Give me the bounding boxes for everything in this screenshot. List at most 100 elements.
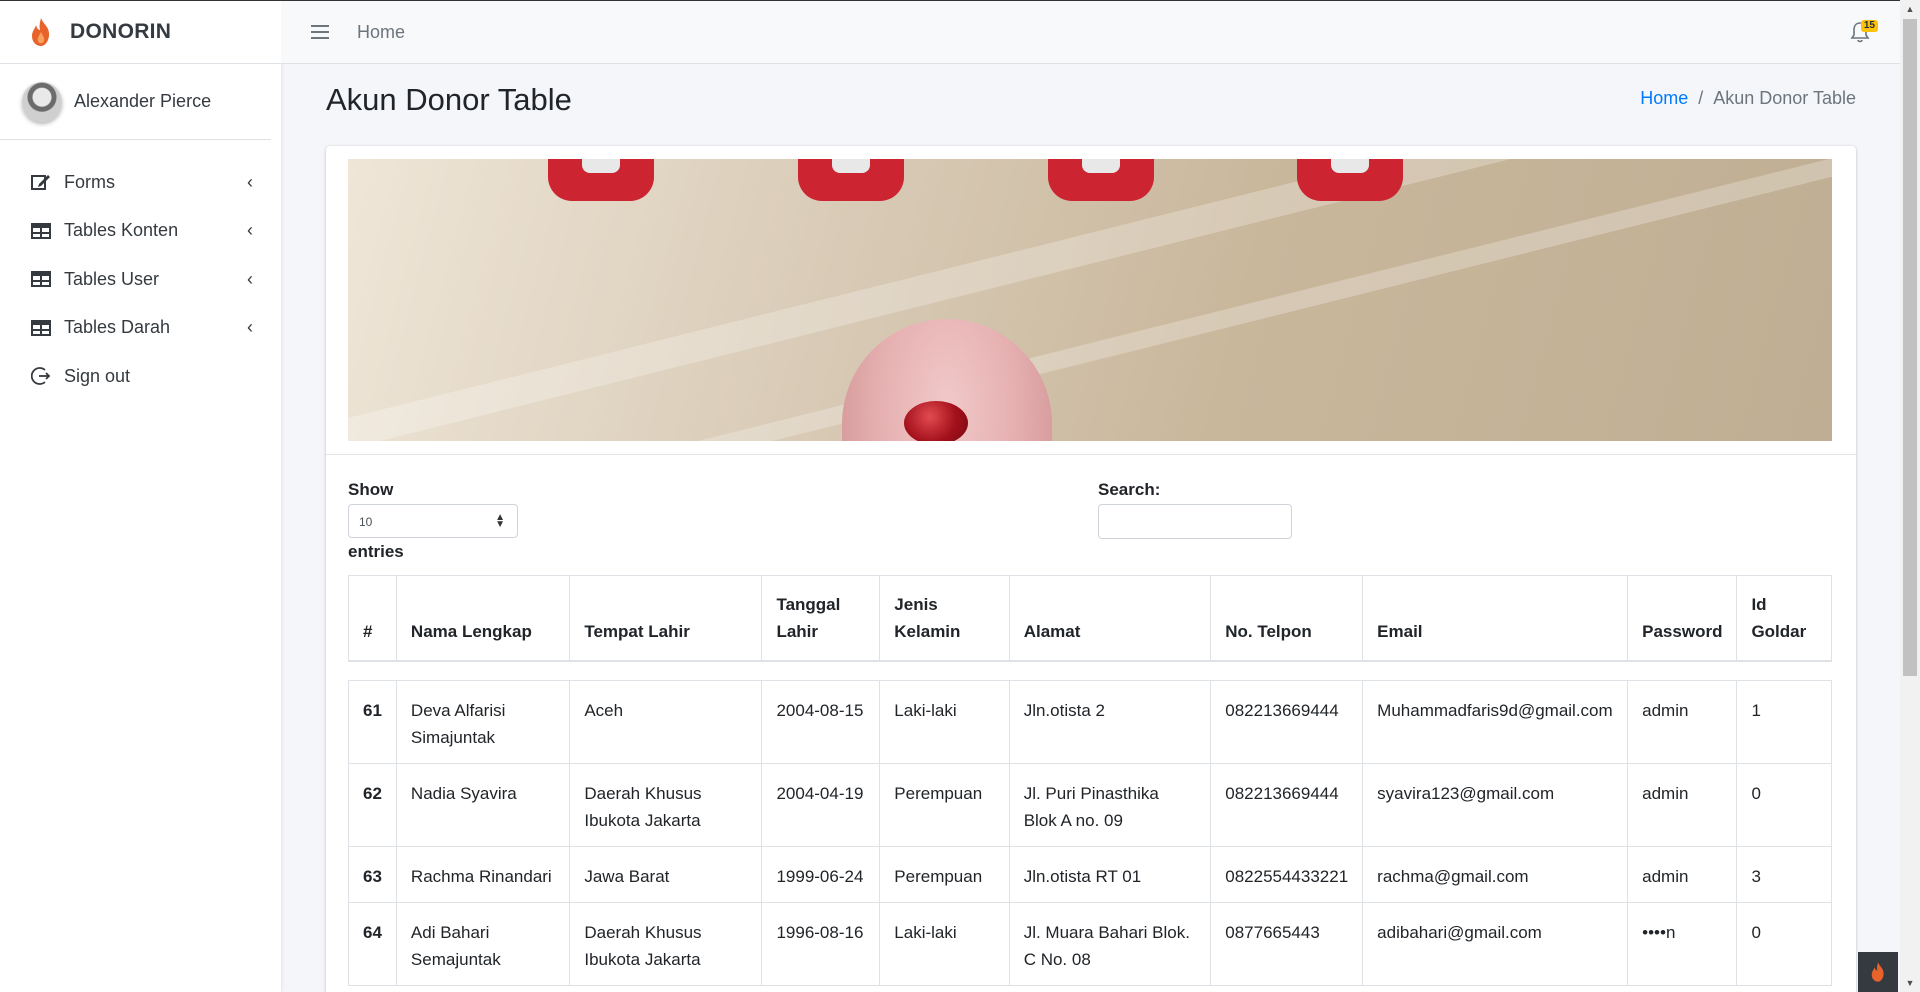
cell-password: ••••n: [1627, 902, 1738, 986]
table-icon: [30, 269, 52, 289]
entries-label: entries: [348, 542, 404, 561]
cell-tempat-lahir: Daerah Khusus Ibukota Jakarta: [569, 763, 763, 847]
cell-jenis-kelamin: Perempuan: [879, 763, 1010, 847]
user-name[interactable]: Alexander Pierce: [74, 91, 211, 112]
page-scrollbar[interactable]: ▲ ▼: [1900, 0, 1920, 992]
breadcrumb-separator: /: [1698, 88, 1704, 108]
sidebar-nav: Forms ‹ Tables Konten ‹ Tables User ‹ Ta…: [0, 158, 281, 401]
column-header[interactable]: Tempat Lahir: [569, 575, 763, 662]
scroll-up-icon[interactable]: ▲: [1900, 0, 1920, 18]
column-header[interactable]: Alamat: [1008, 575, 1212, 662]
edit-icon: [30, 172, 52, 192]
table-row[interactable]: 64 Adi Bahari Semajuntak Daerah Khusus I…: [348, 902, 1832, 986]
cell-tempat-lahir: Jawa Barat: [569, 846, 763, 903]
cell-tempat-lahir: Aceh: [569, 680, 763, 764]
table-row[interactable]: 62 Nadia Syavira Daerah Khusus Ibukota J…: [348, 763, 1832, 847]
cell-password: admin: [1627, 846, 1738, 903]
column-header[interactable]: No. Telpon: [1210, 575, 1364, 662]
sidebar-item-tables-user[interactable]: Tables User ‹: [0, 255, 281, 304]
notification-badge: 15: [1860, 20, 1878, 32]
sidebar-item-label: Tables User: [64, 268, 160, 289]
card-divider: [326, 454, 1856, 455]
column-header[interactable]: Password: [1627, 575, 1738, 662]
table-header-row: # Nama Lengkap Tempat Lahir Tanggal Lahi…: [348, 575, 1832, 662]
table-row[interactable]: 63 Rachma Rinandari Jawa Barat 1999-06-2…: [348, 846, 1832, 903]
cell-id: 62: [348, 763, 397, 847]
cell-nama: Deva Alfarisi Simajuntak: [395, 680, 571, 764]
scrollbar-thumb[interactable]: [1903, 19, 1917, 676]
top-home-link[interactable]: Home: [357, 22, 405, 43]
entries-select[interactable]: 10 ▲ ▼: [348, 504, 518, 538]
cell-alamat: Jl. Puri Pinasthika Blok A no. 09: [1008, 763, 1212, 847]
sidebar-item-label: Tables Darah: [64, 317, 171, 338]
cell-goldar: 0: [1736, 763, 1832, 847]
table-icon: [30, 221, 52, 241]
avatar[interactable]: [22, 81, 62, 122]
cell-alamat: Jl. Muara Bahari Blok. C No. 08: [1008, 902, 1212, 986]
donor-table: # Nama Lengkap Tempat Lahir Tanggal Lahi…: [348, 575, 1832, 986]
cell-telpon: 082213669444: [1210, 680, 1364, 764]
breadcrumb-home-link[interactable]: Home: [1640, 88, 1688, 109]
column-header[interactable]: Jenis Kelamin: [879, 575, 1010, 662]
cell-telpon: 0877665443: [1210, 902, 1364, 986]
flame-logo-icon: [32, 18, 50, 46]
chevron-left-icon: ‹: [247, 268, 253, 289]
top-navbar: Home 15: [281, 0, 1900, 64]
cell-tanggal-lahir: 1996-08-16: [761, 902, 881, 986]
cell-password: admin: [1627, 680, 1738, 764]
column-header[interactable]: Email: [1362, 575, 1629, 662]
cell-email: rachma@gmail.com: [1362, 846, 1629, 903]
chevron-left-icon: ‹: [247, 171, 253, 192]
cell-tanggal-lahir: 1999-06-24: [761, 846, 881, 903]
cell-telpon: 0822554433221: [1210, 846, 1364, 903]
cell-email: syavira123@gmail.com: [1362, 763, 1629, 847]
cell-jenis-kelamin: Laki-laki: [879, 680, 1010, 764]
cell-email: Muhammadfaris9d@gmail.com: [1362, 680, 1629, 764]
brand-link[interactable]: DONORIN: [0, 1, 281, 64]
cell-goldar: 3: [1736, 846, 1832, 903]
column-header[interactable]: Id Goldar: [1736, 575, 1832, 662]
cell-tanggal-lahir: 2004-04-19: [761, 763, 881, 847]
sidebar-item-tables-darah[interactable]: Tables Darah ‹: [0, 304, 281, 353]
select-arrows-icon: ▲ ▼: [495, 512, 505, 530]
cell-goldar: 0: [1736, 902, 1832, 986]
cell-jenis-kelamin: Perempuan: [879, 846, 1010, 903]
cell-tanggal-lahir: 2004-08-15: [761, 680, 881, 764]
cell-goldar: 1: [1736, 680, 1832, 764]
table-row[interactable]: 61 Deva Alfarisi Simajuntak Aceh 2004-08…: [348, 680, 1832, 764]
breadcrumb-current: Akun Donor Table: [1713, 88, 1856, 108]
cell-nama: Nadia Syavira: [395, 763, 571, 847]
sidebar-item-sign-out[interactable]: Sign out: [0, 352, 281, 401]
column-header[interactable]: Nama Lengkap: [395, 575, 571, 662]
column-header[interactable]: Tanggal Lahir: [761, 575, 881, 662]
blood-donation-banner-image: [348, 159, 1832, 441]
show-label: Show: [348, 480, 394, 499]
sign-out-icon: [30, 366, 52, 386]
chevron-left-icon: ‹: [247, 317, 253, 338]
sidebar: DONORIN Alexander Pierce Forms ‹ Tables …: [0, 0, 281, 992]
cell-alamat: Jln.otista 2: [1008, 680, 1212, 764]
table-spacer: [348, 660, 1832, 681]
table-icon: [30, 318, 52, 338]
menu-toggle-icon[interactable]: [311, 25, 329, 39]
cell-password: admin: [1627, 763, 1738, 847]
sidebar-item-label: Sign out: [64, 365, 131, 386]
sidebar-item-label: Tables Konten: [64, 220, 179, 241]
search-label: Search:: [1098, 480, 1161, 499]
brand-text: DONORIN: [70, 20, 172, 43]
page-title: Akun Donor Table: [326, 82, 572, 117]
chevron-left-icon: ‹: [247, 220, 253, 241]
cell-nama: Adi Bahari Semajuntak: [395, 902, 571, 986]
column-header[interactable]: #: [348, 575, 397, 662]
sidebar-item-tables-konten[interactable]: Tables Konten ‹: [0, 207, 281, 256]
cell-nama: Rachma Rinandari: [395, 846, 571, 903]
cell-id: 63: [348, 846, 397, 903]
scroll-down-icon[interactable]: ▼: [1900, 974, 1920, 992]
cell-jenis-kelamin: Laki-laki: [879, 902, 1010, 986]
user-panel[interactable]: Alexander Pierce: [0, 64, 271, 140]
sidebar-item-forms[interactable]: Forms ‹: [0, 158, 281, 207]
cell-alamat: Jln.otista RT 01: [1008, 846, 1212, 903]
search-input[interactable]: [1098, 504, 1292, 539]
cell-email: adibahari@gmail.com: [1362, 902, 1629, 986]
breadcrumb: Home / Akun Donor Table: [1640, 88, 1856, 109]
